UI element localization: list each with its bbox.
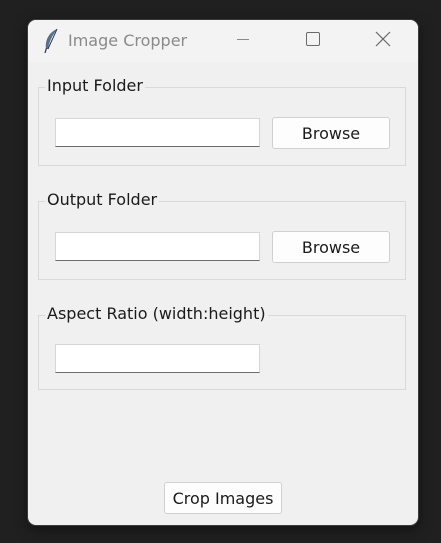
output-folder-group: Output Folder Browse [38,190,406,280]
window-title: Image Cropper [68,31,188,50]
input-folder-label: Input Folder [45,76,145,96]
input-browse-button[interactable]: Browse [272,117,390,149]
maximize-button[interactable] [290,20,336,62]
title-bar[interactable]: Image Cropper [28,20,418,62]
maximize-icon [305,31,321,51]
close-button[interactable] [360,20,406,62]
input-folder-group: Input Folder Browse [38,76,406,166]
minimize-button[interactable] [220,20,266,62]
aspect-ratio-label: Aspect Ratio (width:height) [45,304,268,324]
output-browse-button[interactable]: Browse [272,231,390,263]
aspect-ratio-field[interactable] [55,344,260,373]
minimize-icon [235,31,251,51]
input-folder-field[interactable] [55,118,260,147]
crop-images-button[interactable]: Crop Images [164,482,282,514]
app-window: Image Cropper Input Folder Browse Output… [28,20,418,525]
aspect-ratio-group: Aspect Ratio (width:height) [38,304,406,390]
close-icon [374,30,392,52]
feather-icon [42,28,60,54]
output-folder-label: Output Folder [45,190,160,210]
output-folder-field[interactable] [55,232,260,261]
